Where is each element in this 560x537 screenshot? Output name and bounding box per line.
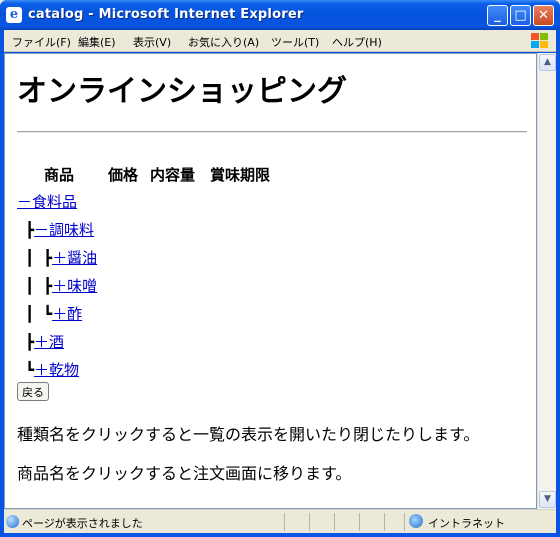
tree-prefix: ┃ ┣	[25, 249, 53, 267]
tree-prefix: ┃ ┣	[25, 277, 53, 295]
page-done-icon	[6, 515, 19, 528]
tree-row-vinegar: ┃ ┗＋酢	[25, 303, 82, 325]
column-quantity: 内容量	[150, 166, 196, 184]
status-divider	[384, 513, 385, 531]
title-bar[interactable]: e catalog - Microsoft Internet Explorer …	[0, 0, 560, 30]
column-price: 価格	[108, 166, 139, 184]
status-divider	[359, 513, 360, 531]
column-product: 商品	[44, 166, 75, 184]
minimize-button[interactable]: _	[487, 5, 508, 26]
vertical-scrollbar[interactable]: ▲ ▼	[537, 53, 556, 509]
tree-row-soy-sauce: ┃ ┣＋醤油	[25, 247, 97, 269]
tree-prefix: ┣	[25, 221, 35, 239]
status-divider	[284, 513, 285, 531]
menu-file[interactable]: ファイル(F)	[12, 34, 71, 50]
maximize-button[interactable]: □	[510, 5, 531, 26]
column-expiry: 賞味期限	[210, 166, 271, 184]
tree-link-seasoning[interactable]: －調味料	[34, 221, 94, 239]
tree-link-vinegar[interactable]: ＋酢	[52, 305, 82, 323]
tree-row-seasoning: ┣－調味料	[25, 219, 94, 241]
status-divider	[309, 513, 310, 531]
status-bar: ページが表示されました イントラネット	[4, 509, 556, 533]
tree-prefix: ┃ ┗	[25, 305, 53, 323]
tree-row-dried-goods: ┗＋乾物	[25, 359, 79, 381]
tree-row-sake: ┣＋酒	[25, 331, 64, 353]
tree-link-sake[interactable]: ＋酒	[34, 333, 64, 351]
horizontal-rule	[17, 131, 527, 133]
security-zone-label: イントラネット	[428, 517, 505, 530]
tree-prefix: ┗	[25, 361, 35, 379]
tree-row-food: －食料品	[17, 191, 77, 213]
tree-prefix: ┣	[25, 333, 35, 351]
scroll-up-icon[interactable]: ▲	[539, 54, 556, 71]
instruction-text-product: 商品名をクリックすると注文画面に移ります。	[17, 464, 352, 483]
close-button[interactable]: ✕	[533, 5, 554, 26]
tree-row-miso: ┃ ┣＋味噌	[25, 275, 97, 297]
browser-window: e catalog - Microsoft Internet Explorer …	[0, 0, 560, 537]
tree-link-miso[interactable]: ＋味噌	[52, 277, 97, 295]
status-text: ページが表示されました	[22, 517, 143, 530]
status-divider	[404, 513, 405, 531]
intranet-globe-icon	[409, 514, 423, 528]
tree-link-food[interactable]: －食料品	[17, 193, 77, 211]
tree-link-soy-sauce[interactable]: ＋醤油	[52, 249, 97, 267]
menu-view[interactable]: 表示(V)	[133, 34, 171, 50]
page-title: オンラインショッピング	[17, 74, 347, 109]
tree-link-dried-goods[interactable]: ＋乾物	[34, 361, 79, 379]
window-title: catalog - Microsoft Internet Explorer	[28, 7, 304, 22]
status-divider	[334, 513, 335, 531]
ie-icon: e	[6, 7, 22, 23]
menu-favorites[interactable]: お気に入り(A)	[188, 34, 259, 50]
page-content: オンラインショッピング 商品 価格 内容量 賞味期限 －食料品 ┣－調味料 ┃ …	[4, 53, 537, 509]
scroll-down-icon[interactable]: ▼	[539, 491, 556, 508]
instruction-text-category: 種類名をクリックすると一覧の表示を開いたり閉じたりします。	[17, 425, 480, 444]
menu-help[interactable]: ヘルプ(H)	[332, 34, 382, 50]
menu-bar: ファイル(F) 編集(E) 表示(V) お気に入り(A) ツール(T) ヘルプ(…	[4, 30, 556, 52]
menu-tools[interactable]: ツール(T)	[271, 34, 319, 50]
windows-logo-icon	[531, 33, 548, 48]
menu-edit[interactable]: 編集(E)	[78, 34, 116, 50]
back-button[interactable]: 戻る	[17, 382, 49, 401]
